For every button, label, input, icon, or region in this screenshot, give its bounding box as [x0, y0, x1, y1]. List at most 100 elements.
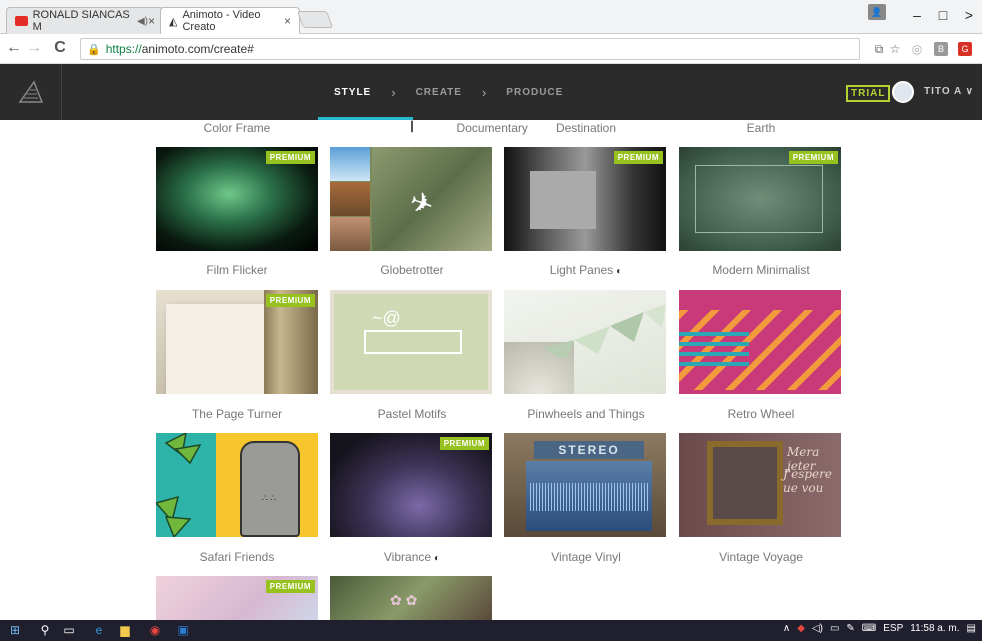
user-menu[interactable]: TITO A ∨ [924, 86, 974, 97]
trial-badge[interactable]: TRIAL [846, 85, 891, 102]
tab-title: RONALD SIANCAS M [32, 9, 130, 33]
task-view-icon[interactable]: ▭ [62, 623, 76, 637]
extension-icon[interactable]: ◎ [910, 42, 924, 56]
bookmark-star-icon[interactable]: ☆ [888, 42, 902, 56]
music-disc-icon: ◐ [616, 266, 623, 277]
style-gallery: Color Frame Documentary ꟾ Destination Ea… [0, 120, 982, 620]
style-name: Modern Minimalist [712, 263, 810, 277]
style-tile-retro-wheel[interactable] [679, 290, 841, 394]
music-disc-icon: ◐ [434, 553, 441, 564]
face-icon: ∴ ∴ [262, 493, 276, 503]
style-tile-safari-friends[interactable]: ∴ ∴ [156, 433, 318, 537]
notifications-icon[interactable]: ▤ [967, 623, 976, 634]
word-icon[interactable]: ▣ [176, 623, 190, 637]
style-name: Film Flicker [206, 263, 268, 277]
chevron-down-icon: ∨ [965, 86, 974, 97]
new-tab-button[interactable] [296, 11, 334, 28]
tab-animoto[interactable]: ◭ Animoto - Video Creato × [160, 7, 300, 34]
animoto-favicon-icon: ◭ [169, 15, 178, 28]
close-window-button[interactable]: > [954, 0, 982, 30]
style-tile-vintage-voyage[interactable]: Mera jeter J'espere ue vou [679, 433, 841, 537]
lock-icon: 🔒 [87, 43, 101, 56]
windows-start-icon[interactable]: ⊞ [8, 623, 22, 637]
volume-icon[interactable]: ◁) [812, 623, 823, 634]
flower-icon: ✿ ✿ [390, 592, 418, 608]
style-tile-light-panes[interactable]: PREMIUM [504, 147, 666, 251]
youtube-icon [15, 16, 28, 26]
premium-badge: PREMIUM [265, 580, 315, 593]
tab-title: Animoto - Video Creato [182, 9, 261, 33]
premium-badge: PREMIUM [439, 437, 489, 450]
profile-icon[interactable]: 👤 [868, 4, 886, 20]
tab-ronald[interactable]: RONALD SIANCAS M ◀) × [6, 7, 164, 34]
user-name: TITO A [924, 86, 962, 97]
style-label: Destination [555, 121, 617, 135]
progress-steps: STYLE › CREATE › PRODUCE [317, 64, 577, 120]
style-label: Color Frame [203, 121, 271, 135]
url-path: animoto.com/create# [141, 42, 254, 56]
extension-b-icon[interactable]: B [934, 42, 948, 56]
style-tile-film-flicker[interactable]: PREMIUM [156, 147, 318, 251]
edge-icon[interactable]: e [92, 623, 106, 637]
url-scheme: https:// [105, 42, 142, 56]
style-tile-vibrance[interactable]: PREMIUM [330, 433, 492, 537]
style-name: Safari Friends [199, 550, 275, 564]
pen-icon[interactable]: ✎ [846, 623, 854, 634]
windows-taskbar: ⊞ ⚲ ▭ e ▆ ◉ ▣ ∧ ◆ ◁) ▭ ✎ ⌨ ESP 11:58 a. … [0, 620, 982, 641]
keyboard-icon[interactable]: ⌨ [862, 623, 876, 634]
url-input[interactable]: 🔒 https:// animoto.com/create# [80, 38, 860, 60]
premium-badge: PREMIUM [788, 151, 838, 164]
translate-icon[interactable]: ⧉ [872, 42, 886, 56]
style-name-light-panes: Light Panes ◐ [549, 263, 623, 277]
style-tile-pastel-motifs[interactable]: ~@ [330, 290, 492, 394]
style-label: Documentary ꟾ [410, 121, 528, 135]
style-tile-row4-1[interactable]: PREMIUM [156, 576, 318, 620]
style-tile-page-turner[interactable]: PREMIUM [156, 290, 318, 394]
browser-tab-strip: RONALD SIANCAS M ◀) × ◭ Animoto - Video … [0, 0, 982, 34]
antivirus-icon[interactable]: ◆ [797, 623, 805, 634]
close-tab-icon[interactable]: × [284, 14, 291, 28]
chevron-right-icon: › [391, 84, 396, 100]
search-icon[interactable]: ⚲ [38, 623, 52, 637]
clock[interactable]: 11:58 a. m. [910, 623, 959, 634]
swirl-icon: ~@ [372, 308, 401, 328]
style-label: Earth [746, 121, 776, 135]
close-tab-icon[interactable]: × [148, 14, 155, 28]
reload-button[interactable]: C [50, 39, 70, 57]
chrome-icon[interactable]: ◉ [148, 623, 162, 637]
style-name-vibrance: Vibrance ◐ [383, 550, 441, 564]
speaker-icon[interactable]: ◀) [137, 16, 148, 27]
style-tile-globetrotter[interactable]: ✈ [330, 147, 492, 251]
forward-button[interactable]: → [24, 39, 44, 57]
style-tile-vintage-vinyl[interactable]: STEREO [504, 433, 666, 537]
style-name: Retro Wheel [727, 407, 795, 421]
step-produce[interactable]: PRODUCE [492, 64, 577, 120]
chevron-right-icon: › [481, 84, 487, 100]
address-bar-row: ← → C 🔒 https:// animoto.com/create# ⧉ ☆… [0, 34, 982, 64]
extension-red-icon[interactable]: G [958, 42, 972, 56]
back-button[interactable]: ← [4, 39, 24, 57]
voyage-script-2: J'espere ue vou [783, 467, 832, 495]
style-name: Globetrotter [380, 263, 444, 277]
style-tile-pinwheels-things[interactable] [504, 290, 666, 394]
style-name: Vintage Vinyl [551, 550, 621, 564]
chevron-up-icon[interactable]: ∧ [783, 623, 790, 634]
system-tray: ∧ ◆ ◁) ▭ ✎ ⌨ ESP 11:58 a. m. ▤ [783, 623, 976, 634]
avatar[interactable] [892, 81, 914, 103]
network-icon[interactable]: ▭ [830, 623, 839, 634]
style-tile-row4-2[interactable]: ✿ ✿ [330, 576, 492, 620]
stereo-label: STEREO [534, 441, 644, 459]
style-name: Pastel Motifs [377, 407, 447, 421]
language-indicator[interactable]: ESP [883, 623, 903, 634]
style-tile-modern-minimalist[interactable]: PREMIUM [679, 147, 841, 251]
premium-badge: PREMIUM [613, 151, 663, 164]
style-name: The Page Turner [191, 407, 283, 421]
animoto-logo-icon[interactable] [0, 64, 62, 120]
step-style[interactable]: STYLE [317, 64, 414, 120]
style-name: Pinwheels and Things [527, 407, 645, 421]
premium-badge: PREMIUM [265, 151, 315, 164]
animoto-header: STYLE › CREATE › PRODUCE TRIAL TITO A ∨ [0, 64, 982, 120]
premium-badge: PREMIUM [265, 294, 315, 307]
file-explorer-icon[interactable]: ▆ [118, 623, 132, 637]
step-create[interactable]: CREATE [402, 64, 476, 120]
